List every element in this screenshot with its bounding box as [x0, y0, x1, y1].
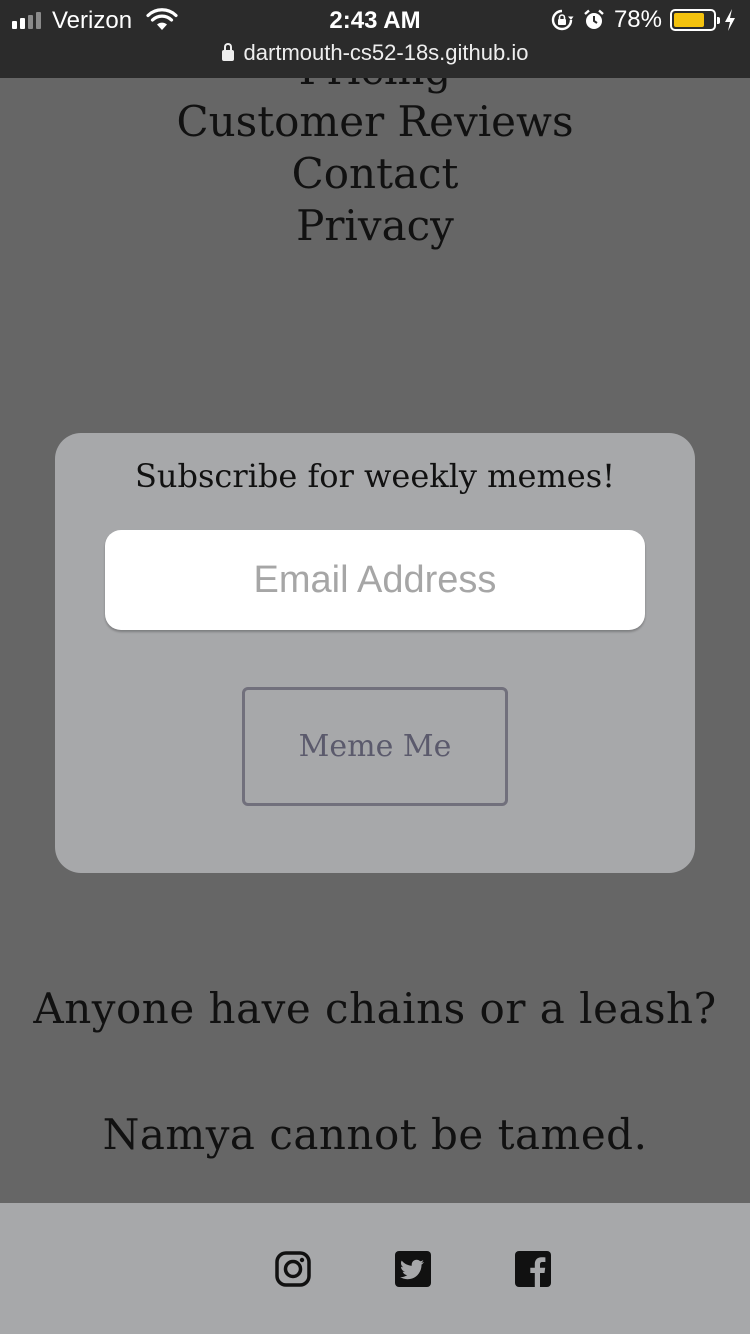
nav-link-customer-reviews[interactable]: Customer Reviews	[0, 96, 750, 148]
battery-percent: 78%	[613, 6, 662, 33]
twitter-icon[interactable]	[395, 1251, 431, 1287]
subscribe-card	[55, 433, 695, 873]
browser-chrome: Verizon 2:43 AM 78% dartmouth-cs52-18s.g…	[0, 0, 750, 78]
battery-level-fill	[674, 13, 704, 27]
url-text: dartmouth-cs52-18s.github.io	[243, 40, 529, 65]
nav-link-contact[interactable]: Contact	[0, 148, 750, 200]
headline-chains: Anyone have chains or a leash?	[33, 984, 717, 1033]
status-bar: Verizon 2:43 AM 78%	[0, 0, 750, 40]
orientation-lock-icon	[551, 9, 574, 31]
headline-namya: Namya cannot be tamed.	[102, 1110, 648, 1159]
instagram-icon[interactable]	[275, 1251, 311, 1287]
email-input[interactable]	[105, 530, 645, 630]
lock-icon	[221, 43, 234, 61]
url-bar[interactable]: dartmouth-cs52-18s.github.io	[0, 40, 750, 66]
charging-bolt-icon	[725, 9, 735, 31]
battery-icon	[670, 9, 720, 31]
facebook-icon[interactable]	[515, 1251, 551, 1287]
meme-me-button[interactable]: Meme Me	[242, 687, 508, 806]
nav-link-privacy[interactable]: Privacy	[0, 200, 750, 252]
status-right-group: 78%	[550, 6, 736, 34]
footer	[0, 1203, 750, 1334]
alarm-icon	[584, 9, 604, 29]
subscribe-title: Subscribe for weekly memes!	[134, 457, 616, 495]
